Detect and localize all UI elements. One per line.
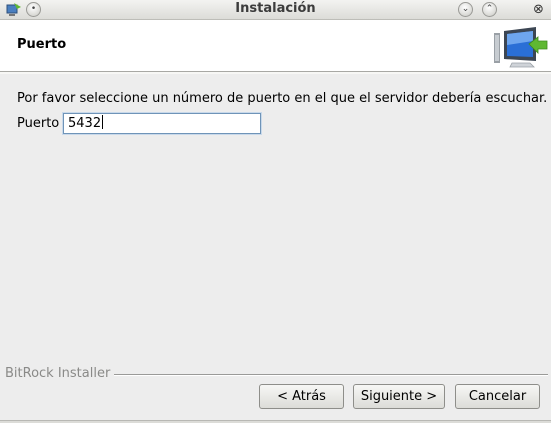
minimize-button[interactable]: ⌄	[458, 2, 473, 17]
instruction-text: Por favor seleccione un número de puerto…	[17, 91, 548, 106]
text-cursor	[102, 115, 104, 129]
chevron-down-icon: ⌄	[461, 4, 470, 14]
back-button[interactable]: < Atrás	[259, 384, 344, 409]
title-bar[interactable]: • Instalación ⌄ ⌃ ⊗	[0, 0, 551, 20]
cancel-button[interactable]: Cancelar	[455, 384, 540, 409]
next-button[interactable]: Siguiente >	[353, 384, 445, 409]
header-divider	[0, 72, 551, 74]
maximize-button[interactable]: ⌃	[482, 2, 497, 17]
page-header: Puerto	[0, 20, 551, 72]
brand-label: BitRock Installer	[5, 366, 115, 381]
close-icon: ⊗	[533, 2, 544, 17]
port-input[interactable]: 5432	[63, 113, 261, 134]
installer-monitor-icon	[492, 25, 548, 69]
chevron-up-icon: ⌃	[485, 4, 494, 14]
close-button[interactable]: ⊗	[531, 2, 546, 17]
port-label: Puerto	[17, 116, 60, 131]
port-value: 5432	[68, 116, 102, 131]
page-title: Puerto	[17, 37, 67, 52]
